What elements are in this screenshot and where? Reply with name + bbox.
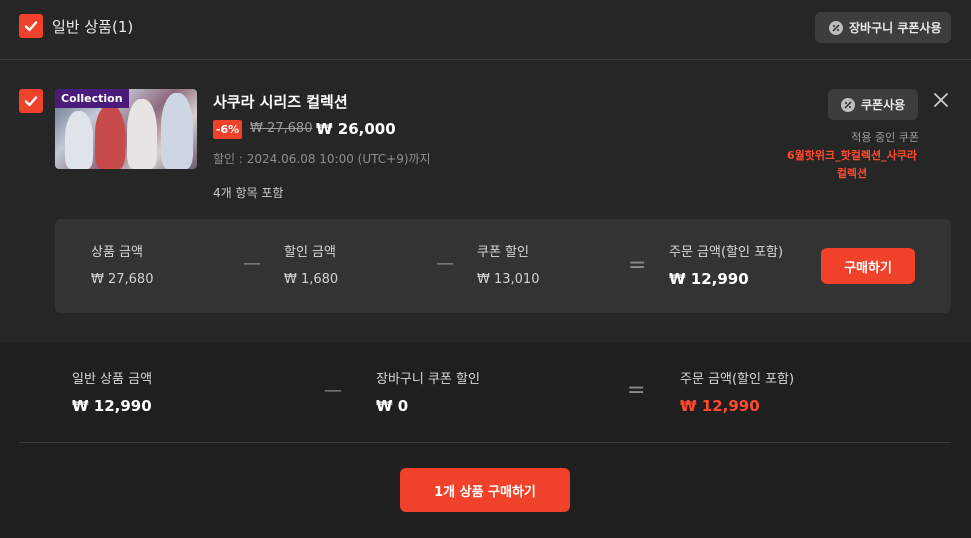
cart-coupon-discount: 장바구니 쿠폰 할인 ₩ 0 bbox=[376, 372, 480, 415]
buy-all-button[interactable]: 1개 상품 구매하기 bbox=[400, 468, 570, 512]
equals-operator: = bbox=[627, 378, 646, 403]
divider bbox=[19, 442, 951, 443]
applied-coupon-label: 적용 중인 쿠폰 bbox=[851, 131, 919, 144]
minus-operator: — bbox=[324, 380, 342, 401]
product-title[interactable]: 사쿠라 시리즈 컬렉션 bbox=[213, 91, 348, 112]
product-amount: 상품 금액 ₩ 27,680 bbox=[91, 245, 154, 287]
included-items: 4개 항목 포함 bbox=[213, 186, 284, 200]
discount-badge: -6% bbox=[213, 120, 242, 139]
coupon-icon bbox=[841, 97, 855, 112]
cart-coupon-button[interactable]: 장바구니 쿠폰사용 bbox=[815, 12, 951, 43]
buy-item-button[interactable]: 구매하기 bbox=[821, 248, 915, 284]
section-title: 일반 상품(1) bbox=[52, 18, 134, 36]
select-all-checkbox[interactable] bbox=[19, 14, 43, 38]
original-price: ₩ 27,680 bbox=[250, 121, 313, 136]
close-icon bbox=[934, 93, 948, 107]
order-summary: 일반 상품 금액 ₩ 12,990 — 장바구니 쿠폰 할인 ₩ 0 = 주문 … bbox=[0, 342, 971, 538]
cart-coupon-label: 장바구니 쿠폰사용 bbox=[849, 21, 942, 35]
equals-operator: = bbox=[628, 253, 647, 278]
item-coupon-label: 쿠폰사용 bbox=[861, 98, 906, 112]
collection-tag: Collection bbox=[55, 89, 129, 108]
coupon-icon bbox=[829, 20, 843, 35]
sale-price: ₩ 26,000 bbox=[316, 120, 396, 138]
remove-item-button[interactable] bbox=[929, 88, 953, 112]
section-header: 일반 상품(1) 장바구니 쿠폰사용 bbox=[0, 0, 971, 60]
coupon-discount: 쿠폰 할인 ₩ 13,010 bbox=[477, 245, 540, 287]
product-thumbnail[interactable]: Collection bbox=[55, 89, 197, 169]
total-order-amount: 주문 금액(할인 포함) ₩ 12,990 bbox=[680, 372, 795, 415]
sale-period: 할인 : 2024.06.08 10:00 (UTC+9)까지 bbox=[213, 152, 431, 166]
item-coupon-button[interactable]: 쿠폰사용 bbox=[828, 89, 918, 120]
order-amount: 주문 금액(할인 포함) ₩ 12,990 bbox=[669, 245, 784, 288]
checkmark-icon bbox=[24, 21, 38, 32]
item-checkbox[interactable] bbox=[19, 89, 43, 113]
item-price-breakdown: 상품 금액 ₩ 27,680 — 할인 금액 ₩ 1,680 — 쿠폰 할인 ₩… bbox=[55, 219, 951, 313]
minus-operator: — bbox=[243, 253, 261, 274]
checkmark-icon bbox=[24, 96, 38, 107]
discount-amount: 할인 금액 ₩ 1,680 bbox=[284, 245, 339, 287]
applied-coupon-name: 6월핫위크_핫컬렉션_사쿠라컬렉션 bbox=[787, 149, 917, 180]
general-amount: 일반 상품 금액 ₩ 12,990 bbox=[72, 372, 153, 415]
minus-operator: — bbox=[436, 253, 454, 274]
